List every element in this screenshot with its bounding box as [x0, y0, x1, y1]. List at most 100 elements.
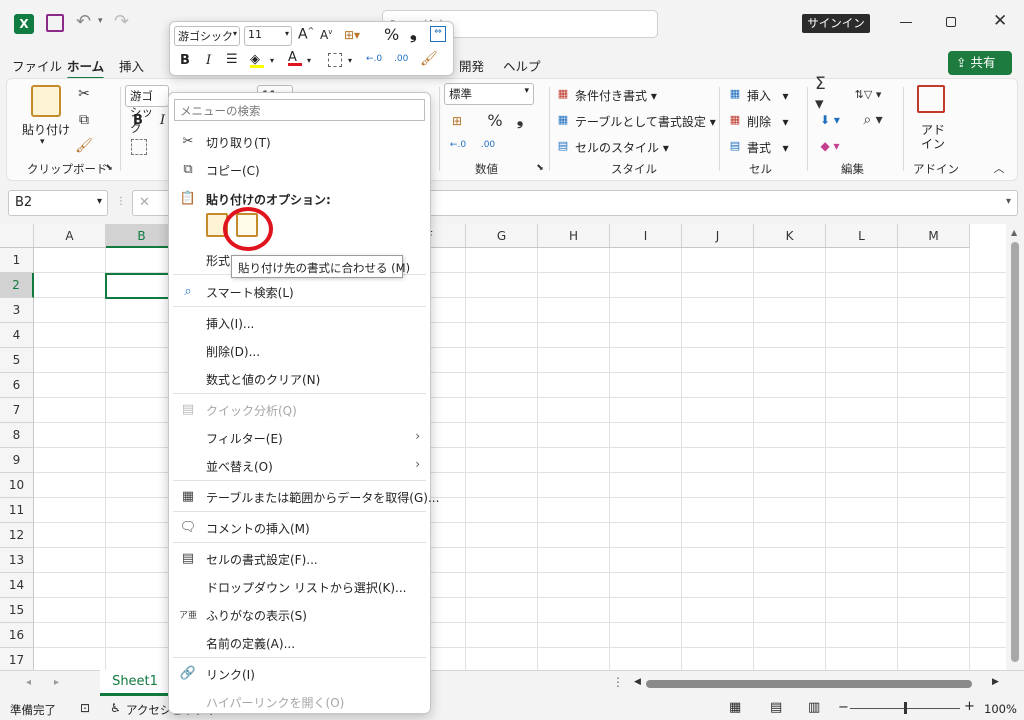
minimize-icon[interactable] — [900, 22, 912, 23]
comma-style-icon[interactable]: ❟ — [513, 110, 527, 130]
clear-icon[interactable]: ◆ ▾ — [815, 136, 845, 156]
formula-bar-more-icon[interactable]: ⋮ — [116, 196, 126, 207]
tab-insert[interactable]: 挿入 — [119, 56, 144, 75]
menu-item-smart-lookup[interactable]: ⌕ スマート検索(L) — [169, 278, 430, 304]
undo-dropdown-icon[interactable]: ▾ — [98, 16, 103, 26]
vertical-scrollbar[interactable]: ▲ — [1006, 224, 1024, 670]
fill-color-icon[interactable]: ◈ — [250, 52, 264, 68]
paste-label[interactable]: 貼り付け — [22, 121, 70, 138]
menu-item-cut[interactable]: ✂ 切り取り(T) — [169, 128, 430, 154]
worksheet-grid[interactable]: ABCDEFGHIJKLM 1234567891011121314151617 — [0, 224, 1006, 670]
row-header[interactable]: 2 — [0, 273, 34, 298]
name-box[interactable]: B2 ▾ — [8, 190, 108, 216]
number-format-combo[interactable]: 標準 ▾ — [444, 83, 534, 105]
zoom-slider-thumb[interactable] — [904, 702, 907, 714]
percent-icon[interactable]: % — [384, 25, 399, 44]
fill-icon[interactable]: ⬇ ▾ — [815, 110, 845, 130]
zoom-in-icon[interactable]: + — [964, 699, 975, 714]
autosum-icon[interactable]: Σ ▾ — [815, 74, 835, 114]
row-header[interactable]: 6 — [0, 373, 34, 398]
menu-item-insert-comment[interactable]: 🗨 コメントの挿入(M) — [169, 514, 430, 540]
column-header[interactable]: I — [610, 224, 682, 248]
tab-home[interactable]: ホーム — [67, 56, 105, 80]
row-header[interactable]: 7 — [0, 398, 34, 423]
scroll-left-icon[interactable]: ◀ — [634, 677, 641, 687]
comma-style-icon[interactable]: ❟ — [410, 24, 417, 44]
accessibility-icon[interactable]: ♿ — [110, 701, 121, 715]
column-header[interactable]: H — [538, 224, 610, 248]
column-header[interactable]: A — [34, 224, 106, 248]
accounting-format-icon[interactable]: ⊞▾ — [344, 28, 360, 42]
accounting-format-icon[interactable]: ⊞ — [447, 112, 467, 130]
menu-item-get-data[interactable]: ▦ テーブルまたは範囲からデータを取得(G)... — [169, 483, 440, 509]
menu-item-format-cells[interactable]: ▤ セルの書式設定(F)... — [169, 545, 430, 571]
share-button[interactable]: ⇪ 共有 — [948, 51, 1012, 75]
font-name-combo[interactable]: 游ゴシック — [125, 85, 169, 135]
row-header[interactable]: 4 — [0, 323, 34, 348]
menu-item-furigana[interactable]: ア亜 ふりがなの表示(S) — [169, 601, 430, 627]
chevron-down-icon[interactable]: ▾ — [348, 56, 352, 65]
bold-button[interactable]: B — [180, 53, 190, 68]
column-header[interactable]: M — [898, 224, 970, 248]
chevron-down-icon[interactable]: ▾ — [307, 56, 311, 65]
redo-icon[interactable]: ↷ — [114, 11, 129, 32]
mini-font-name[interactable]: 游ゴシック ▾ — [174, 26, 240, 46]
menu-item-copy[interactable]: ⧉ コピー(C) — [169, 156, 430, 182]
copy-icon[interactable]: ⧉ — [75, 111, 93, 129]
tab-help[interactable]: ヘルプ — [503, 56, 541, 75]
horizontal-scroll-thumb[interactable] — [646, 680, 972, 688]
menu-item-clear[interactable]: 数式と値のクリア(N) — [169, 365, 430, 391]
format-cells-icon[interactable]: ▤ — [727, 137, 743, 153]
menu-item-dropdown-pick[interactable]: ドロップダウン リストから選択(K)... — [169, 573, 430, 599]
chevron-down-icon[interactable]: ▾ — [1006, 196, 1011, 207]
save-icon[interactable] — [46, 14, 64, 32]
increase-decimal-icon[interactable]: ←.0 — [366, 54, 382, 64]
increase-decimal-icon[interactable]: ←.0 — [447, 137, 469, 153]
row-header[interactable]: 9 — [0, 448, 34, 473]
delete-cells-icon[interactable]: ▦ — [727, 111, 743, 127]
align-center-icon[interactable]: ☰ — [226, 52, 238, 67]
cell-styles-icon[interactable]: ▤ — [555, 137, 571, 153]
menu-item-insert[interactable]: 挿入(I)... — [169, 309, 430, 335]
format-as-table-button[interactable]: テーブルとして書式設定 ▾ — [575, 113, 716, 130]
find-icon[interactable]: ⌕ ▾ — [859, 110, 887, 130]
collapse-ribbon-icon[interactable]: ︿ — [992, 161, 1006, 175]
conditional-format-icon[interactable]: ▦ — [555, 85, 571, 101]
format-cells-button[interactable]: 書式 ▾ — [747, 139, 788, 156]
prev-sheet-icon[interactable]: ◂ — [26, 677, 31, 688]
select-all-corner[interactable] — [0, 224, 34, 248]
conditional-format-button[interactable]: 条件付き書式 ▾ — [575, 87, 657, 104]
border-icon[interactable] — [131, 139, 147, 155]
macro-record-icon[interactable]: ⊡ — [80, 701, 90, 715]
row-header[interactable]: 12 — [0, 523, 34, 548]
tab-developer[interactable]: 開発 — [459, 56, 484, 75]
normal-view-icon[interactable]: ▦ — [729, 700, 741, 715]
next-sheet-icon[interactable]: ▸ — [54, 677, 59, 688]
decrease-decimal-icon[interactable]: .00 — [477, 137, 499, 153]
addin-label-2[interactable]: イン — [921, 135, 945, 152]
row-header[interactable]: 11 — [0, 498, 34, 523]
row-header[interactable]: 13 — [0, 548, 34, 573]
decrease-font-icon[interactable]: Av — [320, 28, 332, 42]
format-painter-icon[interactable]: 🖌 — [75, 137, 93, 155]
bold-button[interactable]: B — [133, 113, 143, 128]
undo-icon[interactable]: ↶ — [76, 11, 91, 32]
row-header[interactable]: 10 — [0, 473, 34, 498]
row-header[interactable]: 15 — [0, 598, 34, 623]
chevron-down-icon[interactable]: ▾ — [270, 56, 274, 65]
restore-icon[interactable] — [946, 17, 956, 27]
font-color-icon[interactable]: A — [288, 50, 302, 66]
more-sheets-icon[interactable]: ⋮ — [612, 675, 624, 689]
borders-icon[interactable] — [328, 53, 342, 67]
row-header[interactable]: 8 — [0, 423, 34, 448]
zoom-level[interactable]: 100% — [984, 702, 1017, 716]
column-header[interactable]: G — [466, 224, 538, 248]
scroll-up-icon[interactable]: ▲ — [1011, 228, 1017, 237]
column-header[interactable]: K — [754, 224, 826, 248]
signin-button[interactable]: サインイン — [802, 14, 870, 33]
number-launcher-icon[interactable]: ⬊ — [535, 163, 545, 173]
italic-button[interactable]: I — [160, 113, 165, 128]
menu-search-input[interactable]: メニューの検索 — [174, 99, 425, 121]
paste-dropdown-icon[interactable]: ▾ — [40, 137, 45, 147]
cut-icon[interactable]: ✂ — [75, 85, 93, 103]
